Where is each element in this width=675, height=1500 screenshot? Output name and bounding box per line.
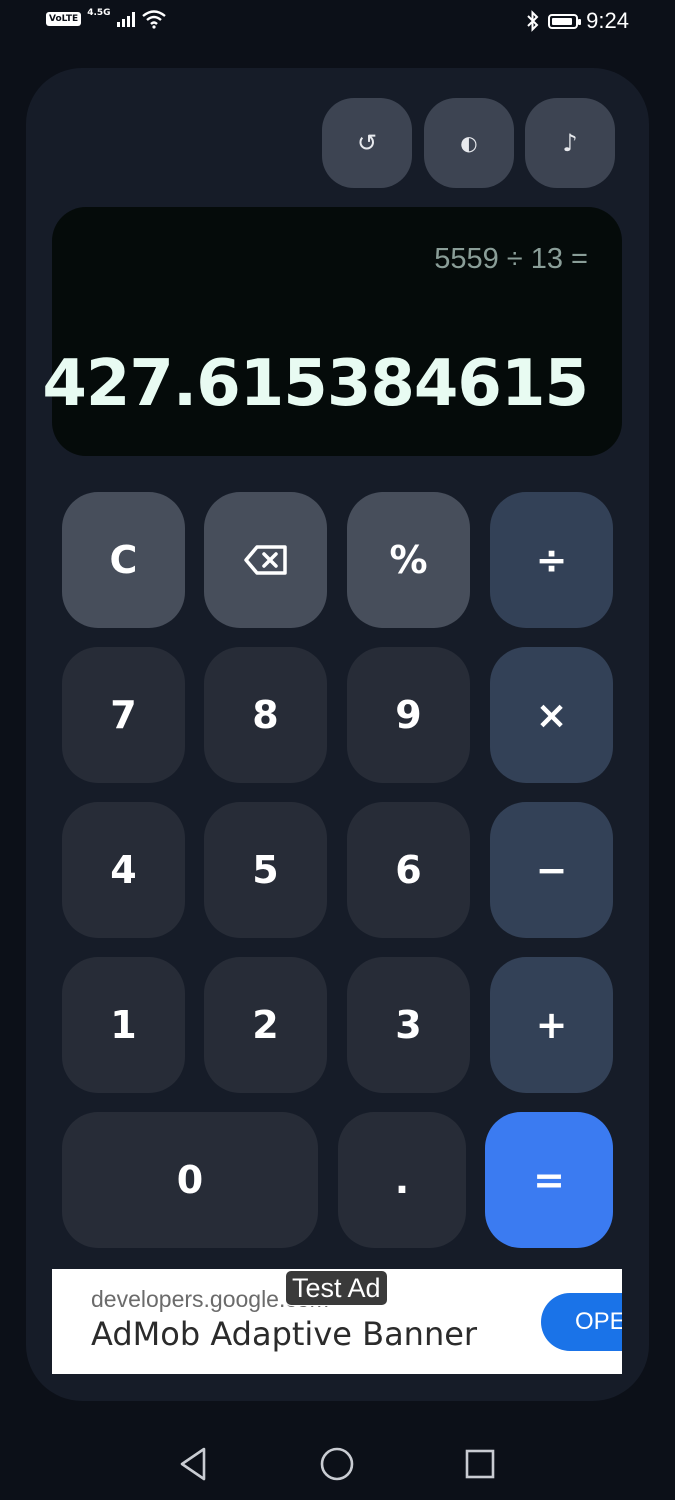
test-ad-badge: Test Ad: [285, 1270, 388, 1306]
ad-title: AdMob Adaptive Banner: [91, 1315, 478, 1353]
digit-5-button[interactable]: 5: [204, 802, 327, 938]
calculator-display: 5559 ÷ 13 = 427.615384615: [42, 207, 622, 456]
home-button[interactable]: [317, 1444, 357, 1484]
wifi-icon: [141, 10, 166, 29]
home-icon: [320, 1447, 354, 1481]
back-icon: [180, 1447, 206, 1481]
equals-button[interactable]: =: [485, 1112, 613, 1248]
navigation-bar: [0, 1420, 675, 1500]
battery-icon: [548, 13, 582, 29]
signal-icon: [116, 11, 135, 27]
volte-icon: VoLTE: [46, 12, 82, 26]
sound-toggle-button[interactable]: ♪: [525, 98, 615, 188]
ad-banner[interactable]: developers.google.com AdMob Adaptive Ban…: [52, 1269, 622, 1374]
digit-7-button[interactable]: 7: [62, 647, 185, 783]
divide-button[interactable]: ÷: [490, 492, 613, 628]
network-type-label: 4.5G: [87, 8, 111, 18]
ad-open-button[interactable]: OPEN: [541, 1293, 622, 1351]
back-button[interactable]: [173, 1444, 213, 1484]
multiply-button[interactable]: ×: [490, 647, 613, 783]
clear-button[interactable]: C: [62, 492, 185, 628]
minus-button[interactable]: −: [490, 802, 613, 938]
digit-1-button[interactable]: 1: [62, 957, 185, 1093]
music-note-icon: ♪: [562, 129, 578, 157]
theme-toggle-button[interactable]: ◐: [424, 98, 514, 188]
backspace-icon: [243, 545, 287, 575]
status-bar: VoLTE 4.5G 9:24: [0, 0, 675, 44]
digit-6-button[interactable]: 6: [347, 802, 470, 938]
backspace-button[interactable]: [204, 492, 327, 628]
calculator-card: ↺ ◐ ♪ 5559 ÷ 13 = 427.615384615 C % ÷ 7 …: [26, 68, 649, 1401]
result-text: 427.615384615: [42, 347, 589, 421]
history-button[interactable]: ↺: [322, 98, 412, 188]
digit-8-button[interactable]: 8: [204, 647, 327, 783]
percent-button[interactable]: %: [347, 492, 470, 628]
recents-button[interactable]: [460, 1444, 500, 1484]
clock: 9:24: [586, 8, 629, 33]
expression-text: 5559 ÷ 13 =: [434, 243, 588, 275]
decimal-button[interactable]: .: [338, 1112, 466, 1248]
status-left: VoLTE 4.5G: [46, 8, 167, 29]
refresh-icon: ↺: [356, 129, 378, 157]
digit-0-button[interactable]: 0: [62, 1112, 318, 1248]
contrast-icon: ◐: [460, 131, 478, 155]
digit-4-button[interactable]: 4: [62, 802, 185, 938]
status-right: 9:24: [526, 8, 629, 34]
recents-icon: [465, 1449, 495, 1479]
bluetooth-icon: [527, 10, 539, 32]
digit-9-button[interactable]: 9: [347, 647, 470, 783]
digit-2-button[interactable]: 2: [204, 957, 327, 1093]
digit-3-button[interactable]: 3: [347, 957, 470, 1093]
plus-button[interactable]: +: [490, 957, 613, 1093]
